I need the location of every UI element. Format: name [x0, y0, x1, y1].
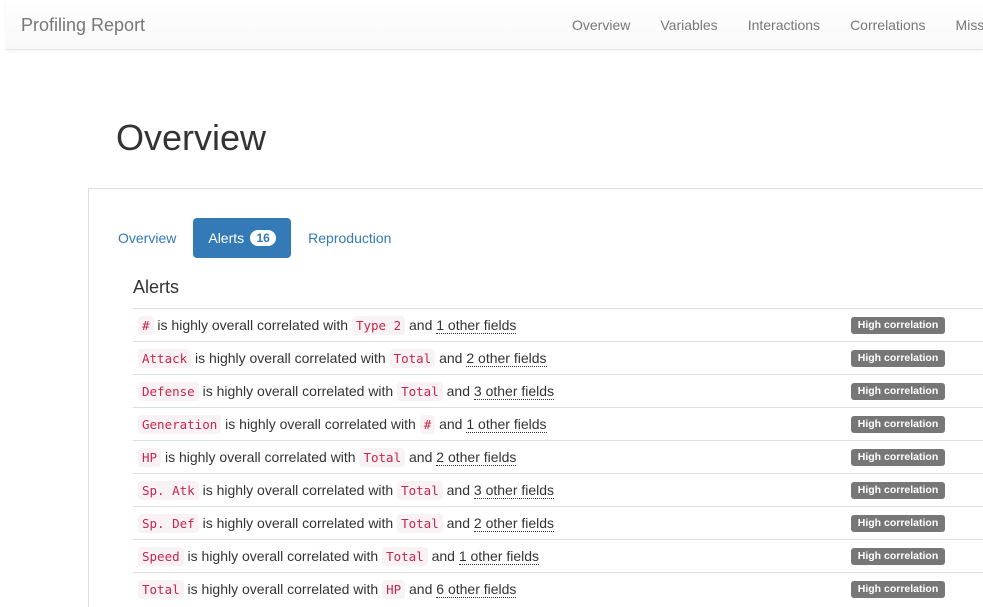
alert-and: and [446, 482, 470, 498]
alert-target-field: Total [397, 382, 443, 401]
alert-connector: is highly overall correlated with [187, 581, 379, 597]
tab-alerts[interactable]: Alerts 16 [193, 218, 292, 258]
alert-field: Sp. Atk [138, 481, 199, 500]
alert-field: Attack [138, 349, 192, 368]
alert-field: Speed [138, 547, 184, 566]
alert-other-fields[interactable]: 3 other fields [473, 482, 555, 499]
alert-other-fields[interactable]: 2 other fields [473, 515, 555, 532]
alert-other-fields[interactable]: 2 other fields [466, 350, 547, 367]
alert-target-field: # [419, 415, 436, 434]
alert-other-fields[interactable]: 6 other fields [436, 581, 517, 598]
alert-field: Generation [138, 415, 222, 434]
alert-target-field: Total [389, 349, 436, 368]
tab-bar: Overview Alerts 16 Reproduction [103, 218, 408, 258]
high-correlation-badge: High correlation [851, 581, 945, 598]
overview-panel: Overview Alerts 16 Reproduction Alerts # is… [88, 188, 983, 607]
alert-connector: is highly overall correlated with [187, 548, 379, 564]
alert-text: # is highly overall correlated with Type… [138, 309, 517, 342]
high-correlation-badge: High correlation [851, 317, 945, 334]
alert-connector: is highly overall correlated with [195, 350, 386, 366]
alert-target-field: Total [382, 547, 428, 566]
high-correlation-badge: High correlation [851, 449, 945, 466]
nav-link-missing-values[interactable]: Missing values [941, 0, 983, 49]
alert-and: and [439, 416, 463, 432]
high-correlation-badge: High correlation [851, 482, 945, 499]
alert-row: Defense is highly overall correlated wit… [133, 374, 983, 407]
high-correlation-badge: High correlation [851, 416, 945, 433]
alert-field: Total [138, 580, 184, 599]
alert-other-fields[interactable]: 1 other fields [436, 317, 517, 334]
alert-connector: is highly overall correlated with [202, 515, 394, 531]
alert-other-fields[interactable]: 3 other fields [473, 383, 555, 400]
alert-and: and [439, 350, 463, 366]
tab-reproduction-label: Reproduction [308, 230, 392, 246]
high-correlation-badge: High correlation [851, 515, 945, 532]
tab-overview[interactable]: Overview [103, 218, 191, 258]
alert-and: and [446, 515, 470, 531]
high-correlation-badge: High correlation [851, 350, 945, 367]
alert-row: Sp. Def is highly overall correlated wit… [133, 506, 983, 539]
alert-target-field: Total [397, 514, 443, 533]
alert-field: # [138, 316, 154, 335]
alert-connector: is highly overall correlated with [202, 383, 394, 399]
alert-text: Sp. Atk is highly overall correlated wit… [138, 474, 555, 507]
alerts-table: # is highly overall correlated with Type… [133, 308, 983, 605]
nav-link-interactions[interactable]: Interactions [733, 0, 835, 49]
nav-links: Overview Variables Interactions Correlation… [557, 0, 983, 49]
alerts-count-badge: 16 [250, 230, 277, 246]
alert-row: Attack is highly overall correlated with… [133, 341, 983, 374]
high-correlation-badge: High correlation [851, 548, 945, 565]
alert-text: Total is highly overall correlated with … [138, 573, 517, 606]
alert-text: Attack is highly overall correlated with… [138, 342, 547, 375]
alert-and: and [446, 383, 470, 399]
alert-text: Defense is highly overall correlated wit… [138, 375, 555, 408]
alert-row: # is highly overall correlated with Type… [133, 308, 983, 341]
alert-other-fields[interactable]: 2 other fields [436, 449, 517, 466]
nav-link-variables[interactable]: Variables [645, 0, 732, 49]
alert-and: and [431, 548, 455, 564]
alert-row: Generation is highly overall correlated … [133, 407, 983, 440]
alert-connector: is highly overall correlated with [225, 416, 416, 432]
brand-link[interactable]: Profiling Report [21, 15, 145, 35]
alert-text: Speed is highly overall correlated with … [138, 540, 540, 573]
alert-field: Defense [138, 382, 199, 401]
alert-and: and [409, 449, 433, 465]
top-navbar: Profiling Report Overview Variables Intera… [6, 0, 983, 50]
alert-text: Sp. Def is highly overall correlated wit… [138, 507, 555, 540]
alert-text: Generation is highly overall correlated … [138, 408, 547, 441]
alert-row: Sp. Atk is highly overall correlated wit… [133, 473, 983, 506]
tab-alerts-label: Alerts [208, 230, 245, 246]
alert-connector: is highly overall correlated with [157, 317, 349, 333]
alert-field: HP [138, 448, 162, 467]
alert-field: Sp. Def [138, 514, 199, 533]
alert-row: HP is highly overall correlated with Tot… [133, 440, 983, 473]
alert-text: HP is highly overall correlated with Tot… [138, 441, 517, 474]
tab-reproduction[interactable]: Reproduction [293, 218, 406, 258]
alert-other-fields[interactable]: 1 other fields [458, 548, 540, 565]
alert-target-field: Type 2 [351, 316, 406, 335]
high-correlation-badge: High correlation [851, 383, 945, 400]
alert-target-field: Total [359, 448, 406, 467]
alert-other-fields[interactable]: 1 other fields [466, 416, 547, 433]
alert-connector: is highly overall correlated with [164, 449, 356, 465]
alert-connector: is highly overall correlated with [202, 482, 394, 498]
alert-target-field: HP [382, 580, 406, 599]
nav-link-correlations[interactable]: Correlations [835, 0, 940, 49]
alert-target-field: Total [397, 481, 443, 500]
alert-row: Total is highly overall correlated with … [133, 572, 983, 605]
nav-link-overview[interactable]: Overview [557, 0, 645, 49]
alert-row: Speed is highly overall correlated with … [133, 539, 983, 572]
alert-and: and [409, 317, 433, 333]
page-title: Overview [116, 117, 267, 158]
tab-overview-label: Overview [118, 230, 177, 246]
alerts-section-title: Alerts [133, 277, 180, 297]
alert-and: and [409, 581, 433, 597]
